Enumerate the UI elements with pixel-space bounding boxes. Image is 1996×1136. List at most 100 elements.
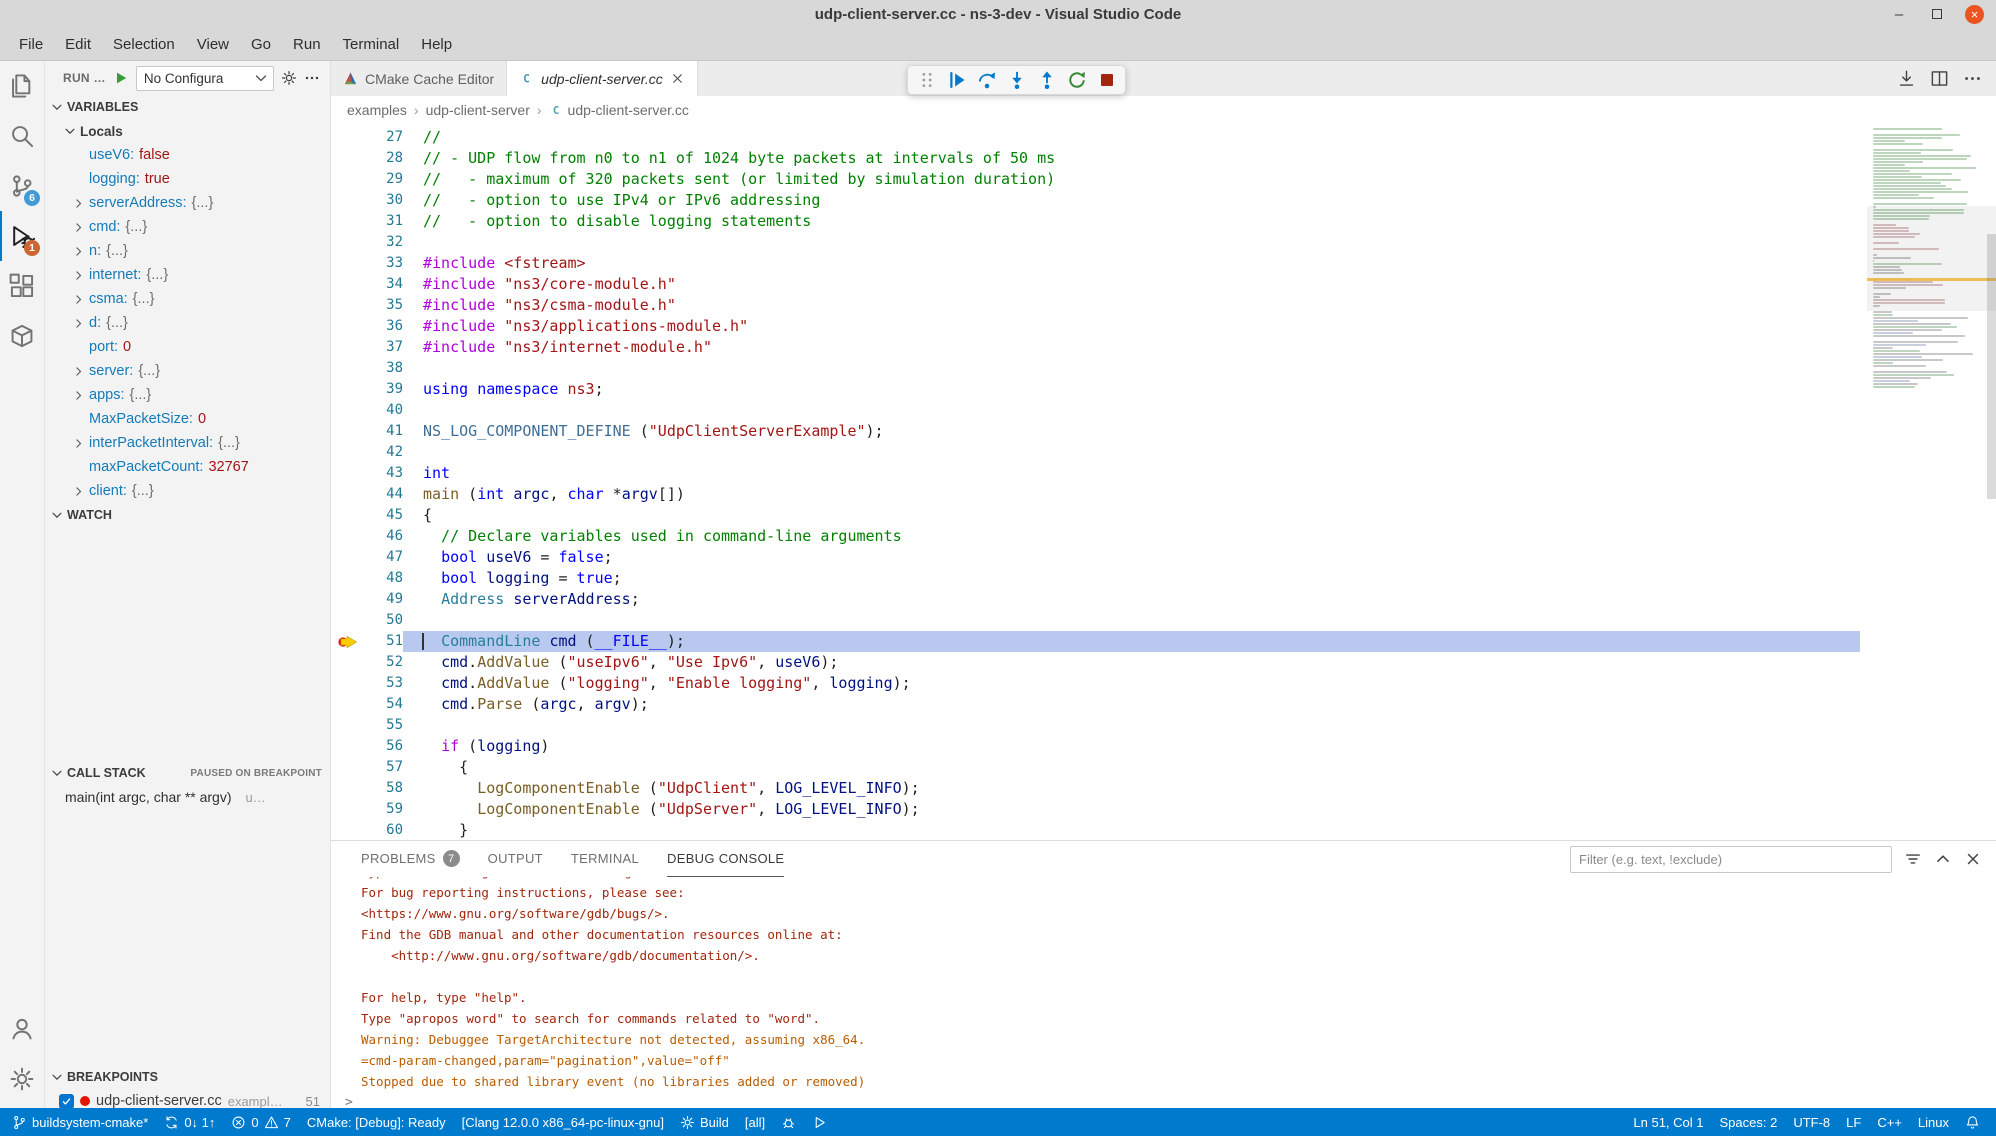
- menu-terminal[interactable]: Terminal: [332, 31, 411, 58]
- code-line[interactable]: 32: [331, 232, 1860, 253]
- gutter[interactable]: [331, 778, 367, 799]
- gutter[interactable]: [331, 295, 367, 316]
- download-icon[interactable]: [1897, 69, 1916, 88]
- code-line[interactable]: 44main (int argc, char *argv[]): [331, 484, 1860, 505]
- menu-go[interactable]: Go: [240, 31, 282, 58]
- gutter[interactable]: [331, 526, 367, 547]
- menu-selection[interactable]: Selection: [102, 31, 186, 58]
- variable-client[interactable]: client:{...}: [45, 479, 330, 503]
- tab-udp-client-server-cc[interactable]: Cudp-client-server.cc: [507, 61, 698, 96]
- code-line[interactable]: 34#include "ns3/core-module.h": [331, 274, 1860, 295]
- split-editor-icon[interactable]: [1930, 69, 1949, 88]
- gutter[interactable]: [331, 652, 367, 673]
- code-line[interactable]: 45{: [331, 505, 1860, 526]
- activity-search[interactable]: [0, 111, 44, 161]
- gear-icon[interactable]: [281, 70, 297, 86]
- gutter[interactable]: [331, 715, 367, 736]
- chevron-right-icon[interactable]: [72, 365, 89, 378]
- section-call-stack[interactable]: CALL STACK PAUSED ON BREAKPOINT: [45, 761, 330, 785]
- status-notifications[interactable]: [1957, 1108, 1988, 1136]
- variable-cmd[interactable]: cmd:{...}: [45, 215, 330, 239]
- gutter[interactable]: [331, 211, 367, 232]
- step-over-button[interactable]: [973, 67, 1000, 94]
- gutter[interactable]: [331, 757, 367, 778]
- status-eol[interactable]: LF: [1838, 1108, 1869, 1136]
- chevron-right-icon[interactable]: [72, 485, 89, 498]
- chevron-right-icon[interactable]: [72, 245, 89, 258]
- status-problems[interactable]: 07: [223, 1108, 298, 1136]
- activity-explorer[interactable]: [0, 61, 44, 111]
- panel-tab-output[interactable]: OUTPUT: [488, 841, 543, 877]
- gutter[interactable]: [331, 337, 367, 358]
- code-line[interactable]: 56 if (logging): [331, 736, 1860, 757]
- debug-config-dropdown[interactable]: No Configura: [136, 66, 274, 91]
- code-line[interactable]: 55: [331, 715, 1860, 736]
- code-line[interactable]: 54 cmd.Parse (argc, argv);: [331, 694, 1860, 715]
- code-line[interactable]: 42: [331, 442, 1860, 463]
- code-line[interactable]: 51 CommandLine cmd (__FILE__);: [331, 631, 1860, 652]
- code-line[interactable]: 60 }: [331, 820, 1860, 840]
- gutter[interactable]: [331, 400, 367, 421]
- breadcrumb-item[interactable]: udp-client-server: [426, 102, 530, 118]
- status-git-branch[interactable]: buildsystem-cmake*: [4, 1108, 156, 1136]
- code-editor[interactable]: 27//28// - UDP flow from n0 to n1 of 102…: [331, 124, 1996, 840]
- variable-d[interactable]: d:{...}: [45, 311, 330, 335]
- scope-locals[interactable]: Locals: [45, 119, 330, 143]
- continue-button[interactable]: [943, 67, 970, 94]
- stop-button[interactable]: [1093, 67, 1120, 94]
- minimap-viewport[interactable]: [1867, 206, 1996, 311]
- activity-source-control[interactable]: 6: [0, 161, 44, 211]
- gutter[interactable]: [331, 736, 367, 757]
- code-line[interactable]: 43int: [331, 463, 1860, 484]
- gutter[interactable]: [331, 379, 367, 400]
- variable-serveraddress[interactable]: serverAddress:{...}: [45, 191, 330, 215]
- breadcrumb-item[interactable]: Cudp-client-server.cc: [549, 102, 689, 118]
- minimap[interactable]: [1867, 124, 1987, 392]
- chevron-right-icon[interactable]: [72, 221, 89, 234]
- maximize-button[interactable]: [1927, 4, 1947, 24]
- status-cmake-build[interactable]: Build: [672, 1108, 737, 1136]
- minimize-button[interactable]: –: [1889, 4, 1909, 24]
- section-variables[interactable]: VARIABLES: [45, 95, 330, 119]
- variable-maxpacketcount[interactable]: maxPacketCount:32767: [45, 455, 330, 479]
- stack-frame[interactable]: main(int argc, char ** argv) u…: [45, 785, 330, 809]
- activity-run-and-debug[interactable]: 1: [0, 211, 44, 261]
- code-line[interactable]: 58 LogComponentEnable ("UdpClient", LOG_…: [331, 778, 1860, 799]
- code-line[interactable]: 37#include "ns3/internet-module.h": [331, 337, 1860, 358]
- console-filter-input[interactable]: [1570, 846, 1892, 873]
- menu-help[interactable]: Help: [410, 31, 463, 58]
- close-icon[interactable]: [670, 71, 685, 86]
- chevron-right-icon[interactable]: [72, 197, 89, 210]
- gutter[interactable]: [331, 673, 367, 694]
- code-line[interactable]: 35#include "ns3/csma-module.h": [331, 295, 1860, 316]
- gutter[interactable]: [331, 190, 367, 211]
- status-run-target[interactable]: [804, 1108, 835, 1136]
- code-line[interactable]: 30// - option to use IPv4 or IPv6 addres…: [331, 190, 1860, 211]
- gutter[interactable]: [331, 547, 367, 568]
- menu-edit[interactable]: Edit: [54, 31, 102, 58]
- gutter[interactable]: [331, 274, 367, 295]
- code-line[interactable]: 59 LogComponentEnable ("UdpServer", LOG_…: [331, 799, 1860, 820]
- variable-port[interactable]: port:0: [45, 335, 330, 359]
- variable-maxpacketsize[interactable]: MaxPacketSize:0: [45, 407, 330, 431]
- code-line[interactable]: 48 bool logging = true;: [331, 568, 1860, 589]
- breakpoint-checkbox[interactable]: [59, 1094, 74, 1109]
- chevron-right-icon[interactable]: [72, 317, 89, 330]
- gutter[interactable]: [331, 169, 367, 190]
- code-line[interactable]: 39using namespace ns3;: [331, 379, 1860, 400]
- menu-view[interactable]: View: [186, 31, 240, 58]
- status-encoding[interactable]: UTF-8: [1785, 1108, 1838, 1136]
- variable-usev6[interactable]: useV6:false: [45, 143, 330, 167]
- section-watch[interactable]: WATCH: [45, 503, 330, 527]
- gutter[interactable]: [331, 442, 367, 463]
- gutter[interactable]: [331, 799, 367, 820]
- status-cursor-position[interactable]: Ln 51, Col 1: [1625, 1108, 1711, 1136]
- gutter[interactable]: [331, 694, 367, 715]
- step-into-button[interactable]: [1003, 67, 1030, 94]
- gutter[interactable]: [331, 358, 367, 379]
- code-line[interactable]: 29// - maximum of 320 packets sent (or l…: [331, 169, 1860, 190]
- gutter[interactable]: [331, 421, 367, 442]
- breadcrumb-item[interactable]: examples: [347, 102, 407, 118]
- variable-csma[interactable]: csma:{...}: [45, 287, 330, 311]
- code-line[interactable]: 33#include <fstream>: [331, 253, 1860, 274]
